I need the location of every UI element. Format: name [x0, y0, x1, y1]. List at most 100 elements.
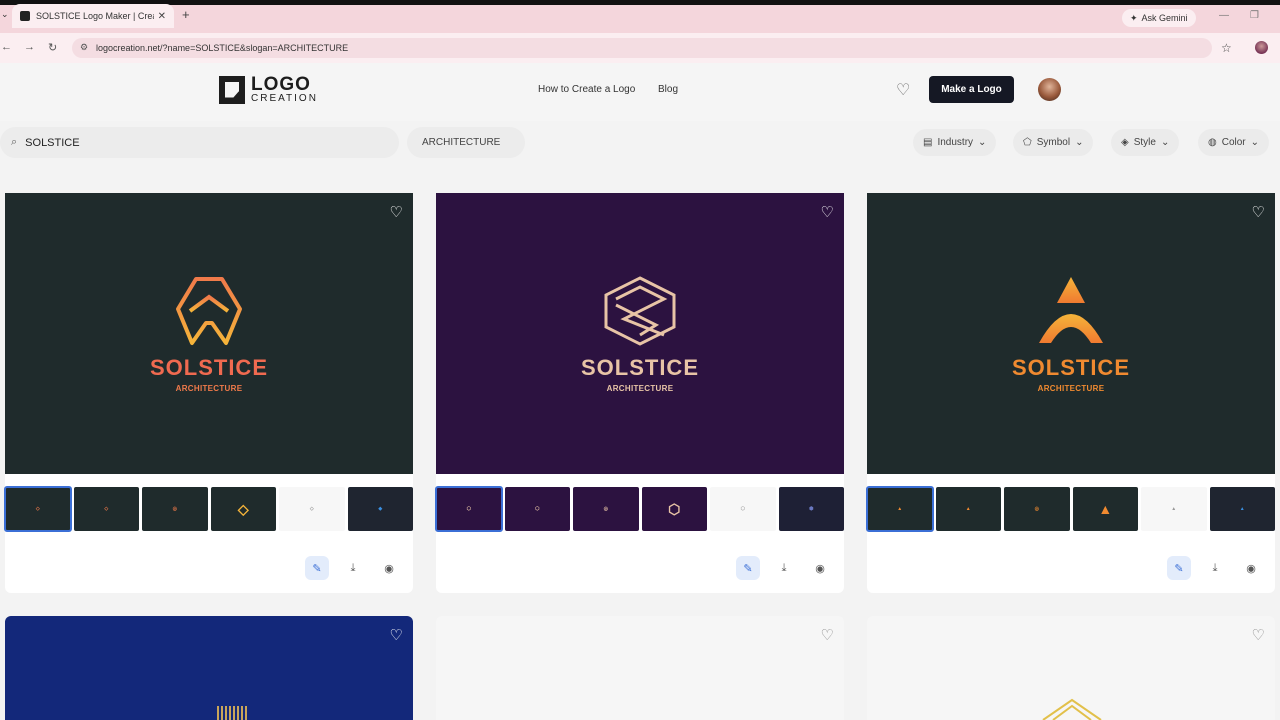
variant-thumb[interactable]: ◎ — [1004, 487, 1070, 531]
logo-preview[interactable]: ♡ SOLSTICE ARCHITECTURE — [5, 193, 413, 474]
logo-word-2: CREATION — [251, 93, 318, 104]
industry-icon: ▤ — [923, 137, 933, 148]
filter-color[interactable]: ◍ Color ⌄ — [1198, 129, 1270, 156]
filter-symbol-label: Symbol — [1036, 137, 1071, 148]
logo-mark-icon — [219, 75, 245, 104]
heart-icon[interactable]: ♡ — [390, 203, 403, 221]
heart-icon[interactable]: ♡ — [821, 203, 834, 221]
search-icon: ⌕ — [11, 136, 18, 148]
download-icon[interactable]: ⤓ — [772, 556, 796, 580]
name-search-field[interactable]: ⌕ SOLSTICE — [0, 127, 399, 158]
variant-thumb[interactable]: ▲ — [866, 486, 934, 532]
thumb-symbol-icon: ◇ — [104, 506, 109, 512]
variant-thumb[interactable]: ⬡ — [641, 487, 707, 531]
preview-eye-icon[interactable]: ◉ — [1239, 556, 1263, 580]
sparkle-icon: ✦ — [1130, 12, 1138, 23]
logo-preview[interactable]: ♡ SOLSTICE ARCHITECTURE — [436, 193, 844, 474]
variant-thumb[interactable]: ◇ — [279, 487, 345, 531]
thumb-symbol-icon: ▲ — [1098, 501, 1113, 517]
variant-thumb[interactable]: ⬡ — [710, 487, 776, 531]
heart-icon[interactable]: ♡ — [1252, 626, 1265, 644]
browser-tab[interactable]: SOLSTICE Logo Maker | Create ✕ — [12, 4, 174, 28]
preview-eye-icon[interactable]: ◉ — [808, 556, 832, 580]
variant-thumb[interactable]: ◎ — [142, 487, 208, 531]
edit-icon[interactable]: ✎ — [1167, 556, 1191, 580]
thumb-symbol-icon: ▲ — [1239, 506, 1245, 512]
variant-thumb[interactable]: ◎ — [573, 487, 639, 531]
variant-thumb[interactable]: ◇ — [4, 486, 72, 532]
card-actions: ✎ ⤓ ◉ — [736, 556, 832, 580]
variant-thumb[interactable]: ▲ — [935, 487, 1001, 531]
variant-thumb[interactable]: ◇ — [210, 487, 276, 531]
logo-card[interactable]: ♡ — [436, 616, 844, 720]
user-avatar[interactable] — [1038, 78, 1061, 101]
variant-thumb[interactable]: ▲ — [1141, 487, 1207, 531]
variant-thumb[interactable]: ▲ — [1072, 487, 1138, 531]
thumb-symbol-icon: ⬡ — [466, 506, 471, 512]
tab-list-icon[interactable]: ⌄ — [1, 9, 9, 20]
logo-card[interactable]: ♡ — [5, 616, 413, 720]
back-icon[interactable]: ← — [1, 41, 12, 53]
restore-icon[interactable]: ❐ — [1250, 10, 1259, 21]
heart-icon[interactable]: ♡ — [821, 626, 834, 644]
download-icon[interactable]: ⤓ — [341, 556, 365, 580]
filter-symbol[interactable]: ⬠ Symbol ⌄ — [1013, 129, 1094, 156]
url-field[interactable]: ⚙ logocreation.net/?name=SOLSTICE&slogan… — [72, 38, 1212, 58]
new-tab-icon[interactable]: + — [182, 7, 190, 22]
layers-icon: ◈ — [1121, 137, 1129, 148]
thumb-symbol-icon: ⬡ — [740, 506, 745, 512]
thumb-symbol-icon: ◎ — [1034, 506, 1039, 512]
minimize-icon[interactable]: — — [1219, 10, 1229, 21]
bookmark-star-icon[interactable]: ☆ — [1221, 41, 1232, 55]
thumb-symbol-icon: ⬢ — [809, 506, 814, 512]
variant-thumb[interactable]: ▲ — [1209, 487, 1275, 531]
variant-row: ▲ ▲ ◎ ▲ ▲ ▲ — [866, 486, 1275, 532]
variant-thumb[interactable]: ◇ — [73, 487, 139, 531]
card-actions: ✎ ⤓ ◉ — [305, 556, 401, 580]
variant-thumb[interactable]: ⬢ — [778, 487, 844, 531]
logo-slogan: ARCHITECTURE — [1037, 383, 1105, 393]
logo-symbol-icon — [217, 706, 247, 720]
filter-industry-label: Industry — [937, 137, 974, 148]
browser-profile-avatar[interactable] — [1255, 41, 1268, 54]
logo-brand-name: SOLSTICE — [149, 354, 268, 380]
forward-icon[interactable]: → — [24, 41, 35, 53]
logo-slogan: ARCHITECTURE — [175, 383, 243, 393]
logo-slogan: ARCHITECTURE — [606, 383, 674, 393]
variant-thumb[interactable]: ◆ — [347, 487, 413, 531]
logo-symbol-icon — [176, 276, 242, 345]
preview-eye-icon[interactable]: ◉ — [377, 556, 401, 580]
tab-title: SOLSTICE Logo Maker | Create — [36, 11, 154, 21]
variant-row: ⬡ ⬡ ◎ ⬡ ⬡ ⬢ — [435, 486, 844, 532]
close-icon[interactable]: ✕ — [158, 11, 166, 22]
logo-card[interactable]: ♡ SOLSTICE ARCHITECTURE ▲ ▲ ◎ ▲ ▲ ▲ ✎ ⤓ … — [866, 193, 1275, 593]
filter-style-label: Style — [1133, 137, 1156, 148]
slogan-field[interactable]: ARCHITECTURE — [407, 127, 525, 158]
ask-gemini-button[interactable]: ✦ Ask Gemini — [1122, 9, 1196, 27]
logo-card[interactable]: ♡ SOLSTICE ARCHITECTURE ◇ ◇ ◎ ◇ ◇ ◆ ✎ ⤓ … — [4, 193, 413, 593]
thumb-symbol-icon: ▲ — [1171, 506, 1177, 512]
logo-symbol-icon — [1042, 698, 1102, 720]
download-icon[interactable]: ⤓ — [1203, 556, 1227, 580]
nav-blog[interactable]: Blog — [658, 84, 678, 95]
slogan-value: ARCHITECTURE — [422, 137, 501, 148]
variant-thumb[interactable]: ⬡ — [435, 486, 503, 532]
filter-industry[interactable]: ▤ Industry ⌄ — [913, 129, 997, 156]
site-settings-icon[interactable]: ⚙ — [80, 42, 88, 53]
logo-preview[interactable]: ♡ SOLSTICE ARCHITECTURE — [867, 193, 1275, 474]
logo-card[interactable]: ♡ SOLSTICE ARCHITECTURE ⬡ ⬡ ◎ ⬡ ⬡ ⬢ ✎ ⤓ … — [435, 193, 844, 593]
palette-icon: ◍ — [1208, 137, 1217, 148]
filter-style[interactable]: ◈ Style ⌄ — [1111, 129, 1180, 156]
thumb-symbol-icon: ◇ — [35, 506, 40, 512]
make-logo-button[interactable]: Make a Logo — [929, 76, 1014, 103]
nav-how-to[interactable]: How to Create a Logo — [538, 84, 635, 95]
heart-icon[interactable]: ♡ — [390, 626, 403, 644]
logo-card[interactable]: ♡ — [867, 616, 1275, 720]
favorites-heart-icon[interactable]: ♡ — [896, 80, 910, 100]
reload-icon[interactable]: ↻ — [48, 41, 57, 54]
site-logo[interactable]: LOGO CREATION — [219, 75, 318, 104]
edit-icon[interactable]: ✎ — [736, 556, 760, 580]
edit-icon[interactable]: ✎ — [305, 556, 329, 580]
variant-thumb[interactable]: ⬡ — [504, 487, 570, 531]
heart-icon[interactable]: ♡ — [1252, 203, 1265, 221]
